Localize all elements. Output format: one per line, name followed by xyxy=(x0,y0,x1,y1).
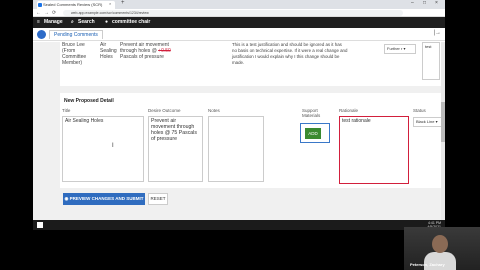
participant-name: Peterson, Zachary xyxy=(410,262,445,267)
outcome-line: Pascals of pressure xyxy=(120,54,164,60)
rationale-column-label: Rationale xyxy=(339,108,359,113)
section-line: Holes xyxy=(100,54,113,60)
title-input[interactable]: Air Sealing Holes xyxy=(62,116,144,182)
tab-title: Sealed Comments Review (SCR) xyxy=(43,2,103,7)
address-bar: ← → ⟳ web-app.example.com/scr/comments/1… xyxy=(33,9,445,17)
notes-input[interactable] xyxy=(208,116,264,182)
search-link[interactable]: Search xyxy=(78,19,95,26)
tab-bar: Sealed Comments Review (SCR) × + – □ × xyxy=(33,0,445,9)
support-column-label: Support Materials xyxy=(302,108,321,118)
preview-submit-label: PREVIEW CHANGES AND SUBMIT xyxy=(69,196,144,201)
user-link[interactable]: committee chair xyxy=(112,19,150,26)
app-logo-icon xyxy=(37,30,46,39)
preview-submit-button[interactable]: ◉ PREVIEW CHANGES AND SUBMIT xyxy=(63,193,145,205)
new-proposed-detail-card: New Proposed Detail Title Desire Outcome… xyxy=(60,93,445,188)
menu-icon[interactable]: ≡ xyxy=(37,19,40,26)
windows-start-icon[interactable] xyxy=(37,222,43,228)
maximize-icon[interactable]: □ xyxy=(423,0,426,6)
justification-text: This is a test justification and should … xyxy=(232,42,372,66)
existing-comment-row: Bruce Lee (From Committee Member) Air Se… xyxy=(60,42,443,86)
add-button[interactable]: ADD xyxy=(305,128,321,139)
search-icon[interactable]: ⌕ xyxy=(71,19,74,26)
justification-line: made. xyxy=(232,60,245,65)
url-field[interactable]: web-app.example.com/scr/comments/1234/re… xyxy=(63,10,403,16)
notes-column-label: Notes xyxy=(208,108,220,113)
new-tab-icon[interactable]: + xyxy=(121,0,125,6)
collapse-icon[interactable]: |→ xyxy=(433,30,441,36)
app-nav: ≡ Manage ⌕ Search ● committee chair xyxy=(33,17,445,28)
close-window-icon[interactable]: × xyxy=(435,0,438,6)
back-icon[interactable]: ← xyxy=(36,10,41,16)
rationale-input[interactable]: test rationale xyxy=(339,116,409,184)
status-column-label: Status xyxy=(413,108,426,113)
forward-icon[interactable]: → xyxy=(44,10,49,16)
participant-body xyxy=(424,252,456,270)
reset-button[interactable]: RESET xyxy=(148,193,168,205)
browser-window: Sealed Comments Review (SCR) × + – □ × ←… xyxy=(33,0,445,220)
tab-close-icon[interactable]: × xyxy=(109,1,111,6)
reload-icon[interactable]: ⟳ xyxy=(52,10,56,16)
status-select-new-value: Black Line xyxy=(416,119,435,124)
main-content: Bruce Lee (From Committee Member) Air Se… xyxy=(33,42,445,220)
outcome-column-label: Desire Outcome xyxy=(148,108,181,113)
sub-bar: Pending Comments |→ xyxy=(33,28,445,41)
favicon-icon xyxy=(38,3,42,7)
text-cursor-icon: I xyxy=(112,143,114,149)
section-name: Air Sealing Holes xyxy=(100,42,117,60)
video-tile: Peterson, Zachary xyxy=(404,227,480,270)
scrollbar[interactable] xyxy=(441,42,445,220)
outcome-text: Prevent air movement through holes @ +0.… xyxy=(120,42,200,60)
taskbar: 4:41 PM 4/5/2021 xyxy=(33,220,445,230)
outcome-input[interactable]: Prevent air movement through holes @ 75 … xyxy=(148,116,203,182)
browser-tab[interactable]: Sealed Comments Review (SCR) xyxy=(37,1,115,9)
name-line: Member) xyxy=(62,60,83,66)
user-icon: ● xyxy=(105,19,109,25)
status-select[interactable]: Further r ▾ xyxy=(384,44,416,54)
minimize-icon[interactable]: – xyxy=(411,0,414,6)
scrollbar-thumb[interactable] xyxy=(441,102,445,142)
section-title: New Proposed Detail xyxy=(64,98,114,104)
tab-pending-comments[interactable]: Pending Comments xyxy=(49,30,103,39)
manage-menu[interactable]: Manage xyxy=(44,19,63,26)
commenter-name: Bruce Lee (From Committee Member) xyxy=(62,42,86,66)
title-column-label: Title xyxy=(62,108,71,113)
participant-head xyxy=(432,235,448,253)
note-field[interactable]: test xyxy=(422,42,440,80)
support-materials-box: ADD xyxy=(300,123,330,143)
status-select-value: Further r xyxy=(387,46,403,51)
